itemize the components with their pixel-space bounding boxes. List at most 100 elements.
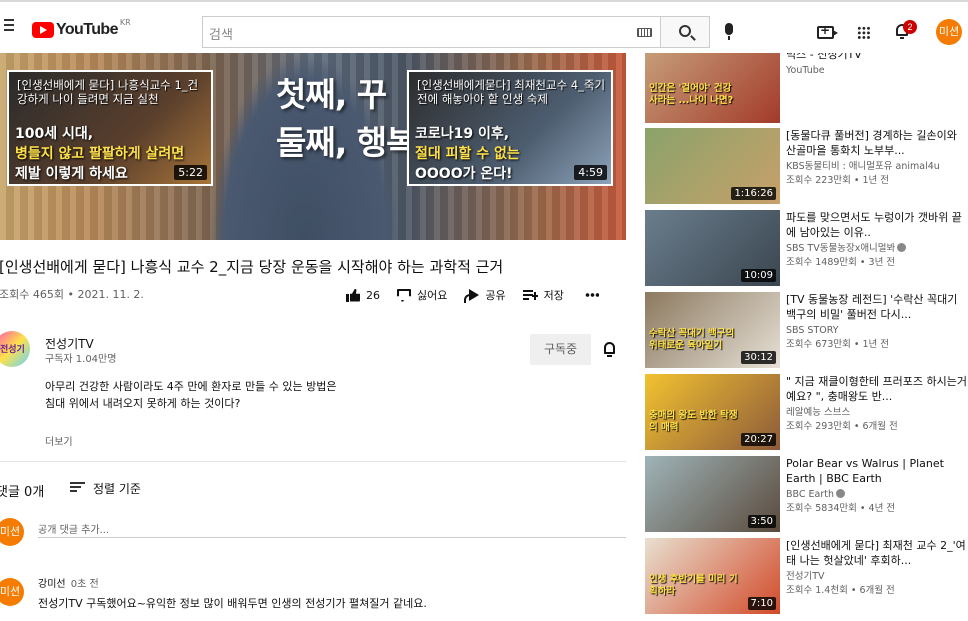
recommendation-channel: BBC Earth — [786, 488, 968, 502]
duration-badge: 1:16:26 — [731, 187, 776, 200]
description-line: 침대 위에서 내려오지 못하게 하는 것이다? — [45, 397, 241, 410]
like-count: 26 — [366, 288, 380, 302]
end-card-video-1[interactable]: [인생선배에게 묻다] 나흥식교수 1_건강하게 나이 들려면 지금 실천 10… — [7, 70, 213, 186]
video-thumbnail[interactable]: 충매의 왕도 반한 탁쟁의 매력 20:27 — [645, 374, 780, 450]
recommendation-item[interactable]: 수락산 꼭대기 백구의 위태로운 육아일기 30:12 [TV 동물농장 레전드]… — [645, 292, 968, 368]
thumbnail-image: 인간은 '걸어야' 건강 사라는 ...나이 나면? — [645, 53, 780, 123]
recommendation-item[interactable]: 인간은 '걸어야' 건강 사라는 ...나이 나면? 믹스 - 전성기TV Yo… — [645, 53, 968, 123]
channel-avatar[interactable]: 전성기 — [0, 331, 30, 367]
comment-author[interactable]: 강미선 — [38, 579, 66, 590]
comment-text: 전성기TV 구독했어요~유익한 정보 많이 배워두면 인생의 전성기가 펼쳐질거… — [38, 597, 427, 610]
video-thumbnail[interactable]: 수락산 꼭대기 백구의 위태로운 육아일기 30:12 — [645, 292, 780, 368]
recommendation-stats: 조회수 293만회 • 6개월 전 — [786, 421, 898, 432]
sort-by-button[interactable]: 정렬 기준 — [93, 480, 141, 497]
duration-badge: 3:50 — [747, 515, 776, 528]
recommendation-item[interactable]: 1:16:26 [동물다큐 풀버전] 경계하는 길손이와 산골마을 통화치 노부… — [645, 128, 968, 204]
recommendation-stats: 조회수 5834만회 • 4년 전 — [786, 503, 896, 514]
duration-badge: 7:10 — [747, 597, 776, 610]
recommendation-title[interactable]: [인생선배에게 묻다] 최재천 교수 2_'여태 나는 헛살았네' 후회하... — [786, 538, 968, 568]
recommendation-channel: SBS STORY — [786, 325, 839, 336]
video-thumbnail[interactable]: 3:50 — [645, 456, 780, 532]
video-player[interactable]: 첫째, 꾸 둘째, 행복호 [인생선배에게 묻다] 나흥식교수 1_건강하게 나… — [0, 53, 626, 240]
duration-badge: 30:12 — [741, 351, 776, 364]
channel-notification-bell-icon[interactable] — [603, 342, 616, 357]
comment-author-avatar[interactable]: 미션 — [0, 578, 24, 606]
end-card-line: 병들지 않고 팔팔하게 살려면 — [15, 146, 185, 162]
subscriber-count: 구독자 1.04만명 — [45, 354, 117, 365]
end-card-thumbnail-text: 100세 시대, 병들지 않고 팔팔하게 살려면 제발 이렇게 하세요 — [15, 124, 184, 184]
channel-name-text: BBC Earth — [786, 489, 834, 500]
end-card-line: 100세 시대, — [15, 126, 94, 142]
dislike-label: 싫어요 — [417, 289, 448, 302]
recommendation-stats: 조회수 223만회 • 1년 전 — [786, 175, 890, 186]
recommendation-item[interactable]: 10:09 파도를 맞으면서도 누렁이가 갯바위 끝에 남아있는 이유.. SB… — [645, 210, 968, 286]
recommendation-item[interactable]: 충매의 왕도 반한 탁쟁의 매력 20:27 " 지금 재클이형한테 프러포즈 하… — [645, 374, 968, 450]
like-button[interactable]: 26 — [346, 289, 380, 302]
recommendation-title[interactable]: " 지금 재클이형한테 프러포즈 하시는거예요? ", 충매왕도 반... — [786, 374, 968, 404]
share-icon — [464, 289, 480, 303]
channel-name-text: SBS TV동물농장x애니멀봐 — [786, 243, 896, 254]
dislike-button[interactable]: 싫어요 — [397, 287, 447, 303]
comment-time[interactable]: 0초 전 — [71, 579, 99, 590]
recommendation-channel: 레알예능 스브스 — [786, 407, 851, 418]
add-comment-input[interactable]: 공개 댓글 추가... — [38, 521, 626, 538]
recommendation-title[interactable]: 파도를 맞으면서도 누렁이가 갯바위 끝에 남아있는 이유.. — [786, 210, 968, 240]
menu-icon[interactable] — [4, 19, 14, 31]
show-more-link[interactable]: 더보기 — [45, 433, 73, 448]
video-actions: 26 싫어요 공유 저장 — [346, 285, 599, 305]
account-avatar[interactable]: 미션 — [936, 19, 962, 45]
video-thumbnail[interactable]: 10:09 — [645, 210, 780, 286]
recommendation-title[interactable]: [동물다큐 풀버전] 경계하는 길손이와 산골마을 통화치 노부부... — [786, 128, 968, 158]
search-button[interactable] — [660, 16, 710, 48]
video-thumbnail[interactable]: 인생 후반기를 미리 기획하라 7:10 — [645, 538, 780, 614]
keyboard-icon[interactable] — [637, 28, 652, 37]
more-actions-icon[interactable] — [584, 293, 599, 297]
subscribed-button[interactable]: 구독중 — [530, 334, 591, 365]
thumbnail-caption: 인간은 '걸어야' 건강 사라는 ...나이 나면? — [649, 83, 734, 106]
end-card-line: 코로나19 이후, — [415, 126, 510, 142]
comment-header: 강미선 0초 전 — [38, 575, 99, 590]
save-button[interactable]: 저장 — [522, 287, 564, 303]
duration-badge: 10:09 — [741, 269, 776, 282]
channel-avatar-text: 전성기 — [0, 345, 25, 355]
recommendation-item[interactable]: 인생 후반기를 미리 기획하라 7:10 [인생선배에게 묻다] 최재천 교수 2… — [645, 538, 968, 614]
video-thumbnail[interactable]: 1:16:26 — [645, 128, 780, 204]
end-card-title: [인생선배에게묻다] 최재천교수 4_죽기 전에 해놓아야 할 인생 숙제 — [417, 78, 606, 106]
end-card-line: 제발 이렇게 하세요 — [15, 166, 128, 182]
youtube-logo[interactable]: YouTube KR — [32, 18, 131, 40]
create-video-icon[interactable] — [817, 23, 838, 39]
recommendation-title[interactable]: Polar Bear vs Walrus | Planet Earth | BB… — [786, 456, 968, 486]
video-thumbnail[interactable]: 인간은 '걸어야' 건강 사라는 ...나이 나면? — [645, 53, 780, 123]
end-card-video-2[interactable]: [인생선배에게묻다] 최재천교수 4_죽기 전에 해놓아야 할 인생 숙제 코로… — [407, 70, 613, 186]
search-input[interactable]: 검색 — [202, 16, 660, 48]
thumbnail-caption: 수락산 꼭대기 백구의 위태로운 육아일기 — [649, 328, 735, 351]
apps-grid-icon[interactable] — [857, 26, 870, 39]
share-button[interactable]: 공유 — [464, 287, 506, 303]
recommendation-item[interactable]: 3:50 Polar Bear vs Walrus | Planet Earth… — [645, 456, 968, 532]
recommendation-channel: KBS동물티비 : 애니멀포유 animal4u — [786, 161, 940, 172]
verified-icon — [897, 243, 907, 252]
duration-badge: 5:22 — [174, 165, 207, 180]
recommendations-sidebar: 인간은 '걸어야' 건강 사라는 ...나이 나면? 믹스 - 전성기TV Yo… — [645, 53, 968, 621]
end-card-thumbnail-text: 코로나19 이후, 절대 피할 수 없는 OOOO가 온다! — [415, 124, 520, 184]
video-title: [인생선배에게 묻다] 나흥식 교수 2_지금 당장 운동을 시작해야 하는 과… — [0, 258, 504, 276]
microphone-icon[interactable] — [725, 23, 733, 40]
sort-icon[interactable] — [70, 482, 85, 493]
thumbnail-caption: 충매의 왕도 반한 탁쟁의 매력 — [649, 410, 738, 433]
recommendation-stats: 조회수 1489만회 • 3년 전 — [786, 257, 896, 268]
view-count-date: 조회수 465회 • 2021. 11. 2. — [0, 288, 144, 301]
my-avatar: 미션 — [0, 518, 24, 546]
recommendation-channel: SBS TV동물농장x애니멀봐 — [786, 242, 968, 256]
recommendation-title[interactable]: [TV 동물농장 레전드] '수락산 꼭대기 백구의 비밀' 풀버전 다시... — [786, 292, 968, 322]
notification-badge: 2 — [903, 20, 917, 34]
save-label: 저장 — [543, 289, 564, 302]
thumbnail-caption: 인생 후반기를 미리 기획하라 — [649, 574, 738, 597]
playlist-add-icon — [522, 289, 538, 301]
search-icon — [679, 25, 691, 37]
end-card-title: [인생선배에게 묻다] 나흥식교수 1_건강하게 나이 들려면 지금 실천 — [17, 78, 199, 106]
thumbs-up-icon — [346, 289, 360, 302]
recommendation-channel: YouTube — [786, 65, 825, 76]
duration-badge: 20:27 — [741, 433, 776, 446]
recommendation-stats: 조회수 1.4천회 • 6개월 전 — [786, 585, 895, 596]
recommendation-title[interactable]: 믹스 - 전성기TV — [786, 53, 968, 62]
